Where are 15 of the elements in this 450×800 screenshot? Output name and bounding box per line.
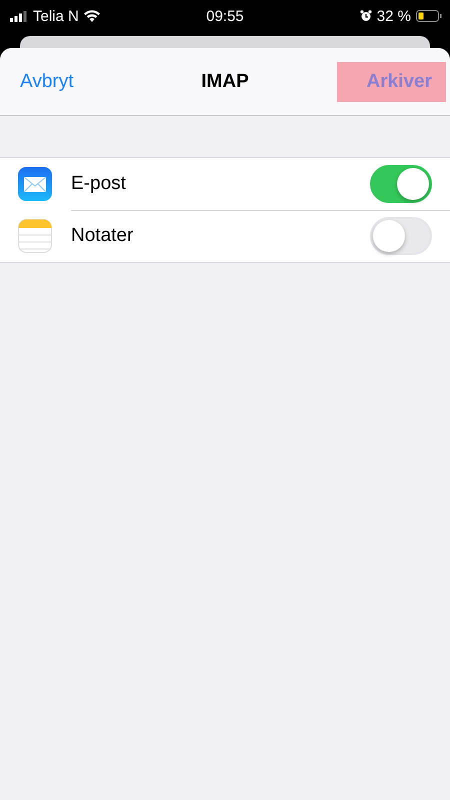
screen-title: IMAP: [201, 70, 249, 92]
clock-time: 09:55: [206, 8, 244, 24]
carrier-name: Telia N: [33, 8, 79, 24]
alarm-icon: [360, 10, 372, 22]
row-label: E-post: [71, 172, 126, 194]
notepad-icon: [18, 219, 52, 253]
signal-icon: [10, 10, 28, 22]
wifi-icon: [84, 10, 100, 22]
mail-icon: [18, 167, 52, 201]
save-button[interactable]: Arkiver: [337, 62, 446, 102]
cancel-button[interactable]: Avbryt: [20, 70, 74, 92]
toggle-switch[interactable]: [370, 164, 432, 202]
row-label: Notater: [71, 225, 134, 247]
battery-icon: [416, 10, 442, 22]
battery-percent: 32 %: [376, 8, 411, 24]
